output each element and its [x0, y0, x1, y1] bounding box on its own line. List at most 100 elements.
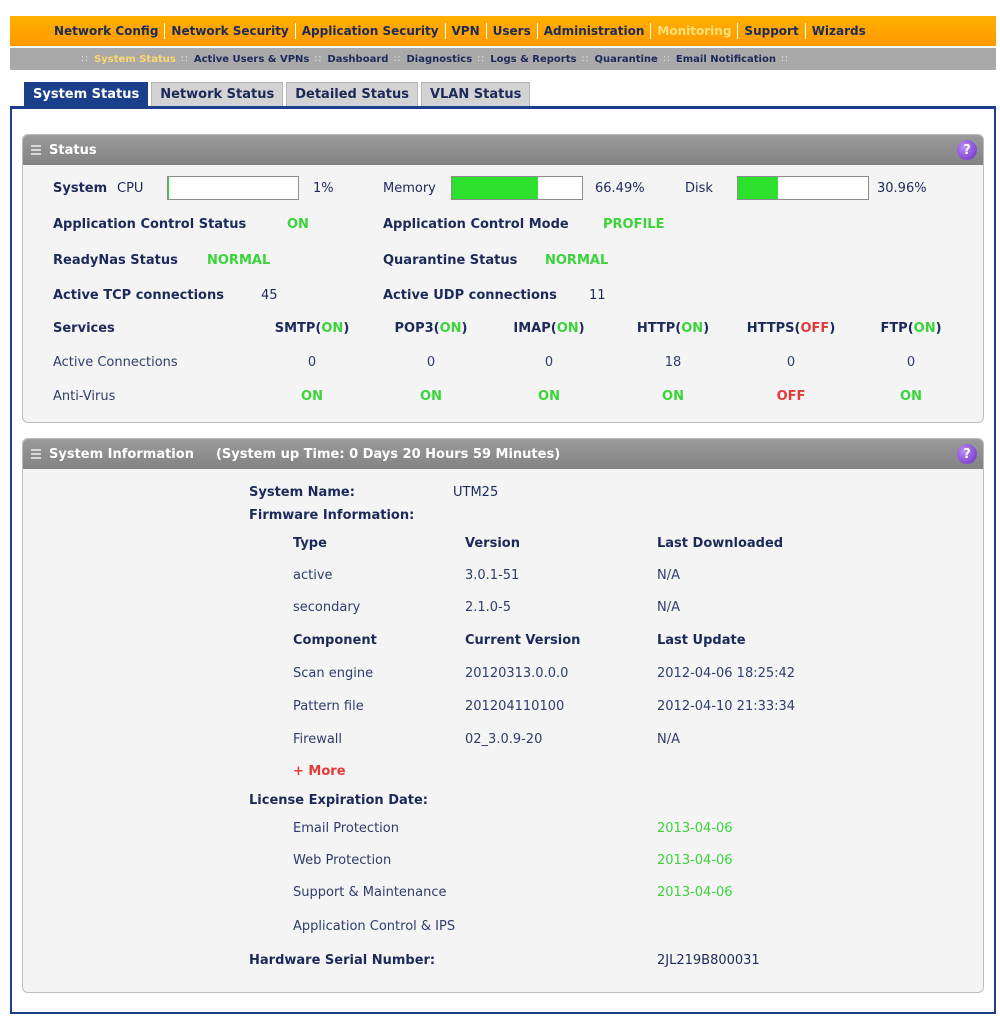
status-panel: Status ? System CPU 1% Memory 66.49% Dis… — [22, 134, 984, 423]
main-menu: Network Config Network Security Applicat… — [10, 16, 996, 46]
quarantine-status-label: Quarantine Status — [383, 253, 518, 268]
menu-vpn[interactable]: VPN — [446, 23, 487, 39]
service-antivirus-status: ON — [301, 389, 323, 404]
firmware-version: 2.1.0-5 — [465, 600, 512, 615]
cpu-bar-fill — [168, 177, 170, 199]
menu-monitoring[interactable]: Monitoring — [651, 23, 739, 39]
tab-network-status[interactable]: Network Status — [151, 82, 284, 106]
paren-close: ) — [829, 321, 836, 336]
disk-label: Disk — [685, 181, 713, 196]
cpu-label: CPU — [117, 181, 144, 196]
service-state: ON — [913, 321, 936, 336]
memory-value: 66.49% — [595, 181, 645, 196]
submenu-active-users-vpns[interactable]: Active Users & VPNs — [194, 54, 309, 65]
service-state: ON — [681, 321, 704, 336]
more-link[interactable]: + More — [293, 764, 346, 779]
submenu-separator: :: — [662, 54, 671, 64]
license-date: 2013-04-06 — [657, 821, 733, 836]
cpu-bar — [167, 176, 299, 200]
service-active-connections: 0 — [307, 355, 317, 370]
service-antivirus-status: ON — [662, 389, 684, 404]
udp-connections-label: Active UDP connections — [383, 288, 557, 303]
firmware-version: 3.0.1-51 — [465, 568, 520, 583]
menu-application-security[interactable]: Application Security — [296, 23, 446, 39]
submenu-separator: :: — [81, 54, 90, 64]
component-version: 201204110100 — [465, 699, 565, 714]
license-date: 2013-04-06 — [657, 853, 733, 868]
submenu-separator: :: — [393, 54, 402, 64]
firmware-last-downloaded: N/A — [657, 600, 680, 615]
system-name-value: UTM25 — [453, 485, 499, 500]
tab-system-status[interactable]: System Status — [24, 82, 149, 106]
service-antivirus-status: ON — [900, 389, 922, 404]
submenu-separator: :: — [581, 54, 590, 64]
tcp-connections-value: 45 — [261, 288, 278, 303]
service-active-connections: 0 — [786, 355, 796, 370]
system-label: System — [53, 181, 108, 196]
component-last-update: 2012-04-10 21:33:34 — [657, 699, 796, 714]
disk-value: 30.96% — [877, 181, 927, 196]
quarantine-status-value: NORMAL — [545, 253, 609, 268]
submenu-separator: :: — [477, 54, 486, 64]
tab-vlan-status[interactable]: VLAN Status — [420, 82, 531, 106]
license-expiration-label: License Expiration Date: — [249, 793, 428, 808]
component-name: Firewall — [293, 732, 343, 747]
submenu-logs-reports[interactable]: Logs & Reports — [490, 54, 576, 65]
service-state: ON — [556, 321, 579, 336]
service-state: OFF — [800, 321, 830, 336]
tab-bar: System Status Network Status Detailed St… — [24, 82, 531, 106]
menu-wizards[interactable]: Wizards — [806, 23, 872, 39]
service-header-pop3: POP3(ON) — [381, 321, 481, 336]
content-border-left — [10, 106, 12, 1014]
service-name: IMAP — [513, 321, 551, 336]
submenu-dashboard[interactable]: Dashboard — [327, 54, 388, 65]
submenu-separator: :: — [780, 54, 790, 64]
firmware-type: active — [293, 568, 333, 583]
firmware-header-last-downloaded: Last Downloaded — [657, 536, 784, 551]
service-antivirus-status: ON — [420, 389, 442, 404]
submenu-quarantine[interactable]: Quarantine — [595, 54, 658, 65]
firmware-type: secondary — [293, 600, 361, 615]
service-antivirus-status: ON — [538, 389, 560, 404]
firmware-last-downloaded: N/A — [657, 568, 680, 583]
hardware-serial-value: 2JL219B800031 — [657, 953, 760, 968]
component-last-update: 2012-04-06 18:25:42 — [657, 666, 796, 681]
readynas-status-label: ReadyNas Status — [53, 253, 178, 268]
help-icon[interactable]: ? — [957, 444, 977, 464]
submenu-diagnostics[interactable]: Diagnostics — [407, 54, 473, 65]
submenu-email-notification[interactable]: Email Notification — [676, 54, 776, 65]
system-information-header: System Information (System up Time: 0 Da… — [23, 439, 983, 469]
menu-administration[interactable]: Administration — [538, 23, 652, 39]
service-state: ON — [439, 321, 462, 336]
system-information-title: System Information — [49, 446, 194, 462]
license-date: 2013-04-06 — [657, 885, 733, 900]
grip-icon — [31, 449, 41, 459]
service-header-ftp: FTP(ON) — [861, 321, 961, 336]
firmware-header-version: Version — [465, 536, 520, 551]
tab-detailed-status[interactable]: Detailed Status — [286, 82, 418, 106]
readynas-status-value: NORMAL — [207, 253, 271, 268]
status-panel-title: Status — [49, 142, 97, 158]
menu-support[interactable]: Support — [738, 23, 806, 39]
license-name: Email Protection — [293, 821, 399, 836]
menu-network-security[interactable]: Network Security — [165, 23, 296, 39]
app-control-status-label: Application Control Status — [53, 217, 247, 232]
submenu-system-status[interactable]: System Status — [94, 54, 176, 65]
service-active-connections: 0 — [544, 355, 554, 370]
services-label: Services — [53, 321, 115, 336]
component-header-name: Component — [293, 633, 377, 648]
component-header-last-update: Last Update — [657, 633, 746, 648]
component-last-update: N/A — [657, 732, 680, 747]
submenu-separator: :: — [314, 54, 323, 64]
component-version: 20120313.0.0.0 — [465, 666, 569, 681]
license-name: Web Protection — [293, 853, 392, 868]
license-name: Application Control & IPS — [293, 919, 456, 934]
menu-users[interactable]: Users — [487, 23, 538, 39]
submenu-separator: :: — [180, 54, 189, 64]
service-header-smtp: SMTP(ON) — [262, 321, 362, 336]
hardware-serial-label: Hardware Serial Number: — [249, 953, 436, 968]
service-antivirus-status: OFF — [776, 389, 806, 404]
system-uptime: (System up Time: 0 Days 20 Hours 59 Minu… — [215, 446, 561, 462]
menu-network-config[interactable]: Network Config — [48, 23, 166, 39]
help-icon[interactable]: ? — [957, 140, 977, 160]
